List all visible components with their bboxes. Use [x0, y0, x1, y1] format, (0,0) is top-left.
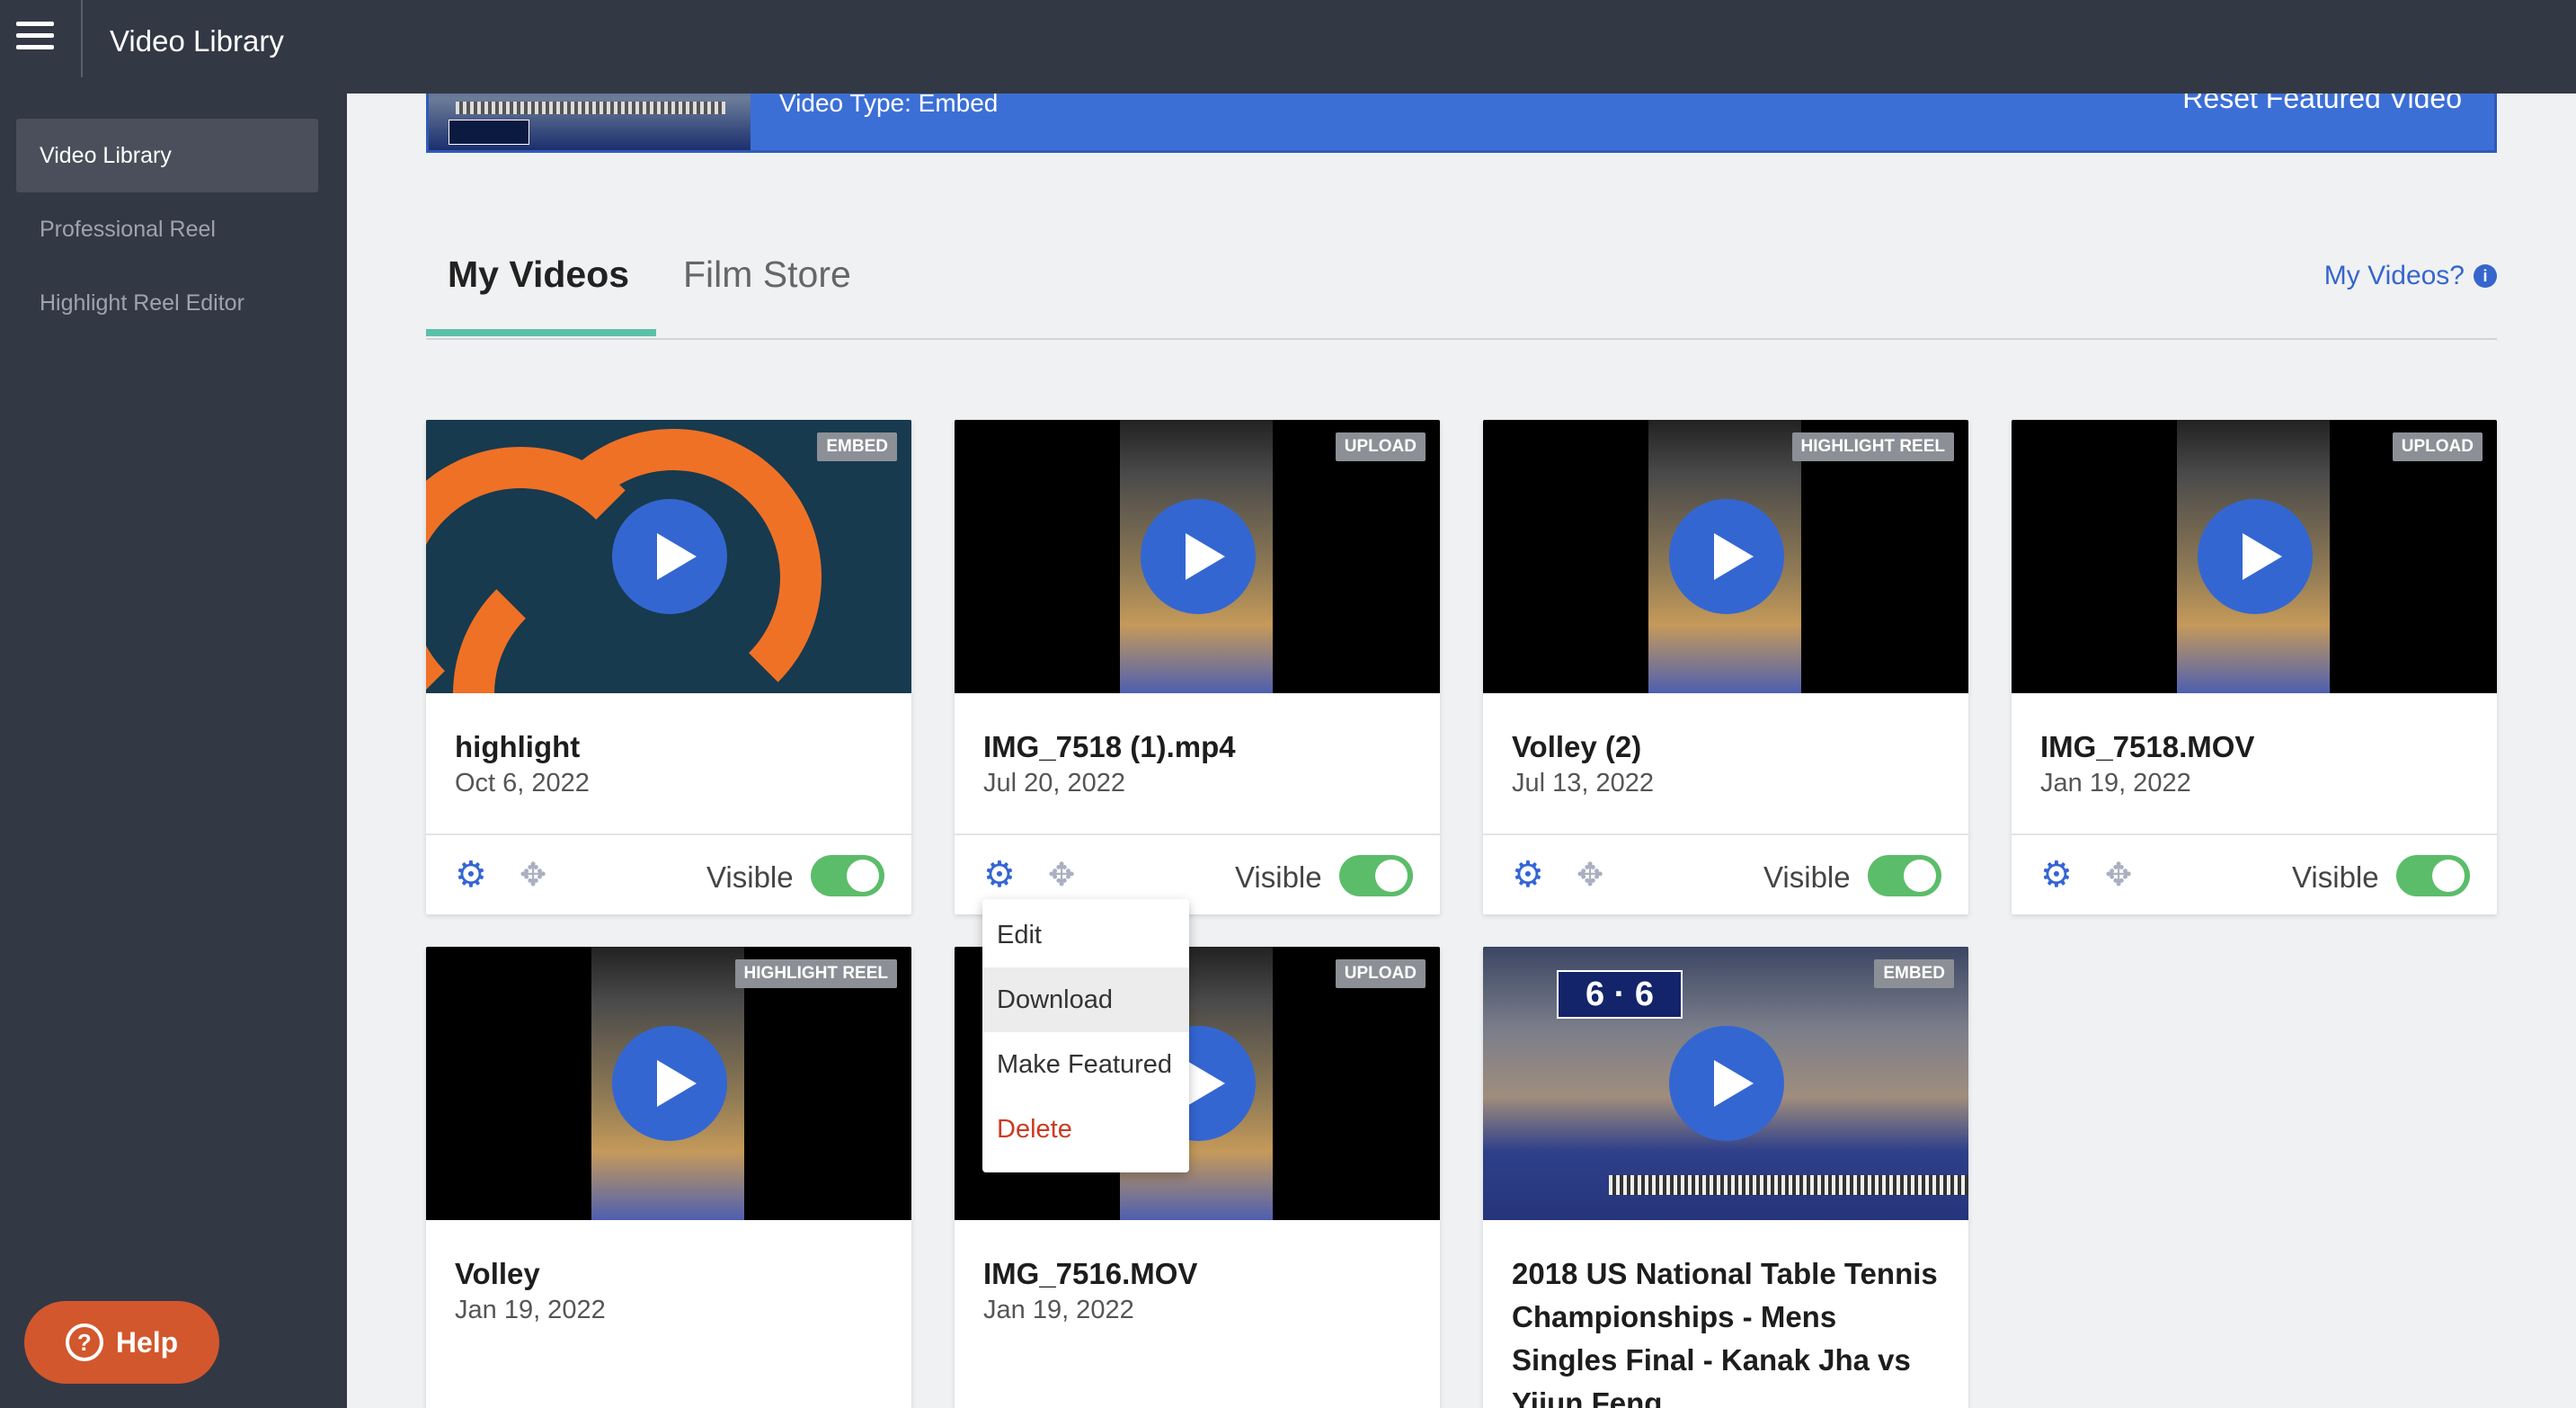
video-tabs: My Videos Film Store My Videos? i: [426, 234, 2497, 340]
move-icon[interactable]: ✥: [2105, 855, 2132, 895]
visible-label: Visible: [1235, 860, 1322, 894]
help-label: Help: [115, 1325, 179, 1359]
table-tennis-net: [456, 102, 725, 114]
play-icon[interactable]: [2198, 499, 2313, 614]
visibility-toggle[interactable]: [1868, 855, 1941, 896]
video-type-badge: EMBED: [1874, 959, 1954, 988]
menu-item-delete[interactable]: Delete: [982, 1097, 1189, 1162]
video-type-badge: HIGHLIGHT REEL: [734, 959, 897, 988]
play-icon[interactable]: [612, 499, 727, 614]
video-title: Volley: [455, 1257, 540, 1290]
top-bar: Video Library: [0, 0, 2576, 94]
score-overlay: [449, 120, 529, 145]
gear-icon[interactable]: ⚙: [2040, 855, 2073, 895]
menu-item-make-featured[interactable]: Make Featured: [982, 1032, 1189, 1097]
video-type-badge: HIGHLIGHT REEL: [1791, 432, 1954, 461]
video-thumbnail[interactable]: EMBED: [426, 420, 911, 693]
move-icon[interactable]: ✥: [520, 855, 546, 895]
play-icon[interactable]: [612, 1026, 727, 1141]
video-card-footer: ⚙ ✥ Visible: [426, 833, 911, 914]
gear-icon[interactable]: ⚙: [455, 855, 487, 895]
video-options-menu: Edit Download Make Featured Delete: [982, 899, 1189, 1172]
gear-icon[interactable]: ⚙: [1512, 855, 1544, 895]
video-title: IMG_7518 (1).mp4: [983, 730, 1236, 763]
visible-label: Visible: [1763, 860, 1851, 894]
video-date: Oct 6, 2022: [455, 769, 590, 798]
tab-my-videos[interactable]: My Videos: [448, 254, 629, 296]
video-thumbnail[interactable]: UPLOAD: [955, 420, 1440, 693]
video-card-footer: ⚙ ✥ Visible: [2012, 833, 2497, 914]
video-thumbnail[interactable]: 6 · 6 EMBED: [1483, 947, 1968, 1220]
video-card: HIGHLIGHT REEL Volley (2) Jul 13, 2022 ⚙…: [1483, 420, 1968, 914]
sidebar-item-professional-reel[interactable]: Professional Reel: [16, 192, 318, 266]
topbar-divider: [81, 0, 83, 77]
question-icon: ?: [65, 1323, 103, 1361]
play-icon[interactable]: [1141, 499, 1256, 614]
visible-label: Visible: [706, 860, 794, 894]
video-date: Jul 20, 2022: [983, 769, 1126, 798]
video-card: UPLOAD IMG_7518.MOV Jan 19, 2022 ⚙ ✥ Vis…: [2012, 420, 2497, 914]
video-type-badge: UPLOAD: [1335, 432, 1426, 461]
video-date: Jan 19, 2022: [455, 1296, 606, 1324]
video-date: Jan 19, 2022: [2040, 769, 2191, 798]
table-tennis-net: [1609, 1175, 1968, 1195]
scoreboard: 6 · 6: [1557, 970, 1683, 1019]
visibility-toggle[interactable]: [2396, 855, 2470, 896]
visible-label: Visible: [2292, 860, 2379, 894]
video-card: EMBED highlight Oct 6, 2022 ⚙ ✥ Visible: [426, 420, 911, 914]
video-type-badge: UPLOAD: [2392, 432, 2483, 461]
app-title: Video Library: [110, 24, 284, 58]
video-type-badge: UPLOAD: [1335, 959, 1426, 988]
video-title: IMG_7516.MOV: [983, 1257, 1198, 1290]
video-date: Jan 19, 2022: [983, 1296, 1134, 1324]
gear-icon[interactable]: ⚙: [983, 855, 1016, 895]
video-card-footer: ⚙ ✥ Visible: [1483, 833, 1968, 914]
video-thumbnail[interactable]: HIGHLIGHT REEL: [426, 947, 911, 1220]
video-title: Volley (2): [1512, 730, 1642, 763]
menu-item-download[interactable]: Download: [982, 967, 1189, 1032]
move-icon[interactable]: ✥: [1048, 855, 1075, 895]
tab-film-store[interactable]: Film Store: [683, 254, 851, 296]
play-icon[interactable]: [1669, 1026, 1784, 1141]
hamburger-icon[interactable]: [16, 22, 54, 54]
sidebar: Video Library Professional Reel Highligh…: [0, 94, 347, 1408]
video-thumbnail[interactable]: UPLOAD: [2012, 420, 2497, 693]
video-card: HIGHLIGHT REEL Volley Jan 19, 2022: [426, 947, 911, 1408]
video-title: 2018 US National Table Tennis Championsh…: [1512, 1257, 1938, 1408]
move-icon[interactable]: ✥: [1577, 855, 1603, 895]
my-videos-help-link[interactable]: My Videos? i: [2324, 261, 2497, 291]
active-tab-indicator: [426, 329, 656, 336]
sidebar-item-video-library[interactable]: Video Library: [16, 119, 318, 192]
sidebar-item-highlight-reel-editor[interactable]: Highlight Reel Editor: [16, 266, 318, 340]
video-title: IMG_7518.MOV: [2040, 730, 2255, 763]
visibility-toggle[interactable]: [1339, 855, 1413, 896]
video-date: Jul 13, 2022: [1512, 769, 1655, 798]
video-thumbnail[interactable]: HIGHLIGHT REEL: [1483, 420, 1968, 693]
help-button[interactable]: ? Help: [24, 1301, 219, 1384]
play-icon[interactable]: [1669, 499, 1784, 614]
visibility-toggle[interactable]: [811, 855, 884, 896]
video-card: UPLOAD IMG_7518 (1).mp4 Jul 20, 2022 ⚙ ✥…: [955, 420, 1440, 914]
info-icon: i: [2474, 264, 2497, 288]
menu-item-edit[interactable]: Edit: [982, 903, 1189, 967]
my-videos-help-label: My Videos?: [2323, 261, 2465, 290]
video-type-badge: EMBED: [817, 432, 897, 461]
video-card: 6 · 6 EMBED 2018 US National Table Tenni…: [1483, 947, 1968, 1408]
video-title: highlight: [455, 730, 581, 763]
